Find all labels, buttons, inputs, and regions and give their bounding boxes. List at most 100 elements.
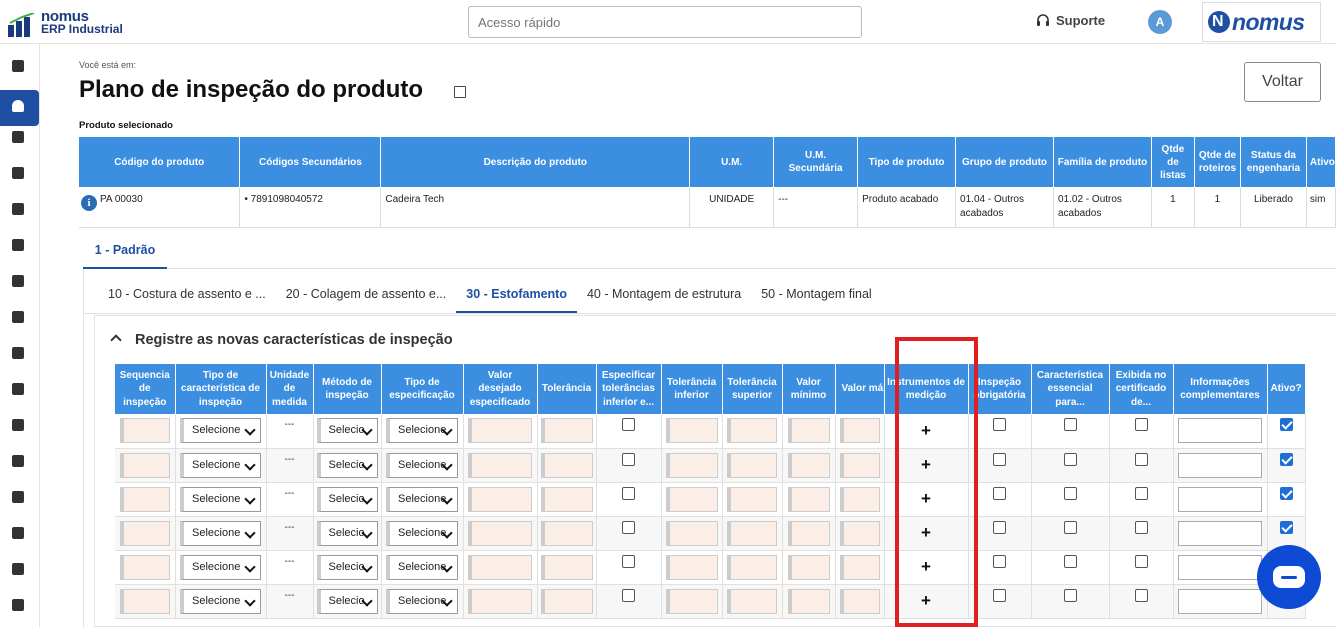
checkbox[interactable]: [1279, 418, 1293, 431]
value-input[interactable]: [119, 486, 170, 512]
checkbox[interactable]: [993, 418, 1006, 431]
select-dropdown[interactable]: Selecio: [316, 486, 378, 512]
value-input[interactable]: [839, 486, 880, 512]
info-text-input[interactable]: [1178, 554, 1262, 580]
support-link[interactable]: Suporte: [1036, 13, 1105, 28]
book-icon[interactable]: [10, 58, 26, 74]
gear-icon[interactable]: [10, 129, 26, 145]
select-dropdown[interactable]: Selecio: [316, 588, 378, 614]
print-icon[interactable]: [454, 86, 466, 98]
value-input[interactable]: [540, 418, 593, 444]
checkbox[interactable]: [993, 486, 1006, 500]
checkbox[interactable]: [993, 452, 1006, 466]
section-title[interactable]: Registre as novas características de ins…: [112, 332, 453, 348]
info-text-input[interactable]: [1178, 418, 1262, 444]
calculator-icon[interactable]: [10, 561, 26, 577]
checkbox[interactable]: [622, 486, 635, 500]
cart-icon[interactable]: [10, 417, 26, 433]
value-input[interactable]: [787, 486, 830, 512]
select-dropdown[interactable]: Selecione: [180, 486, 261, 512]
checkbox[interactable]: [1134, 452, 1148, 466]
value-input[interactable]: [727, 520, 777, 546]
value-input[interactable]: [468, 588, 532, 614]
value-input[interactable]: [787, 452, 830, 478]
value-input[interactable]: [727, 588, 777, 614]
tab-operation-5[interactable]: 50 - Montagem final: [751, 281, 881, 313]
value-input[interactable]: [665, 554, 718, 580]
info-text-input[interactable]: [1178, 452, 1262, 478]
document-icon[interactable]: [10, 273, 26, 289]
archive-icon[interactable]: [10, 381, 26, 397]
value-input[interactable]: [839, 520, 880, 546]
select-dropdown[interactable]: Selecione: [180, 588, 261, 614]
checkbox[interactable]: [993, 588, 1006, 602]
select-dropdown[interactable]: Selecione: [180, 520, 261, 546]
checkbox[interactable]: [1063, 520, 1077, 534]
value-input[interactable]: [839, 418, 880, 444]
checkbox[interactable]: [622, 588, 635, 602]
avatar[interactable]: A: [1148, 10, 1172, 34]
checkbox[interactable]: [1134, 588, 1148, 602]
select-dropdown[interactable]: Selecione: [386, 486, 458, 512]
value-input[interactable]: [839, 452, 880, 478]
select-dropdown[interactable]: Selecione: [386, 520, 458, 546]
tab-operation-3[interactable]: 30 - Estofamento: [456, 281, 577, 313]
checkbox[interactable]: [1279, 520, 1293, 534]
select-dropdown[interactable]: Selecio: [316, 418, 378, 444]
info-text-input[interactable]: [1178, 520, 1262, 546]
checkbox[interactable]: [1063, 418, 1077, 431]
select-dropdown[interactable]: Selecione: [180, 418, 261, 444]
value-input[interactable]: [665, 486, 718, 512]
select-dropdown[interactable]: Selecione: [386, 452, 458, 478]
user-icon[interactable]: [0, 90, 39, 126]
value-input[interactable]: [540, 452, 593, 478]
value-input[interactable]: [665, 452, 718, 478]
value-input[interactable]: [727, 418, 777, 444]
select-dropdown[interactable]: Selecione: [386, 554, 458, 580]
select-dropdown[interactable]: Selecio: [316, 520, 378, 546]
checkbox[interactable]: [1063, 554, 1077, 568]
select-dropdown[interactable]: Selecione: [180, 452, 261, 478]
flow-icon[interactable]: [10, 165, 26, 181]
checkbox[interactable]: [1063, 452, 1077, 466]
chat-button[interactable]: [1257, 545, 1321, 609]
value-input[interactable]: [468, 486, 532, 512]
checkbox[interactable]: [622, 554, 635, 568]
value-input[interactable]: [468, 520, 532, 546]
select-dropdown[interactable]: Selecio: [316, 554, 378, 580]
tab-operation-1[interactable]: 10 - Costura de assento e ...: [98, 281, 276, 313]
back-button[interactable]: Voltar: [1244, 62, 1321, 102]
conveyor-icon[interactable]: [10, 345, 26, 361]
tab-main[interactable]: 1 - Padrão: [83, 237, 167, 269]
factory-icon[interactable]: [10, 309, 26, 325]
tab-operation-4[interactable]: 40 - Montagem de estrutura: [577, 281, 751, 313]
checkbox[interactable]: [993, 520, 1006, 534]
checkbox[interactable]: [1063, 486, 1077, 500]
flag-icon[interactable]: [10, 201, 26, 217]
value-input[interactable]: [727, 554, 777, 580]
value-input[interactable]: [665, 588, 718, 614]
gears-icon[interactable]: [10, 489, 26, 505]
value-input[interactable]: [119, 418, 170, 444]
tab-operation-2[interactable]: 20 - Colagem de assento e...: [276, 281, 457, 313]
checkbox[interactable]: [1134, 486, 1148, 500]
value-input[interactable]: [468, 418, 532, 444]
checkbox[interactable]: [1279, 486, 1293, 500]
value-input[interactable]: [540, 588, 593, 614]
value-input[interactable]: [468, 452, 532, 478]
value-input[interactable]: [839, 588, 880, 614]
value-input[interactable]: [119, 452, 170, 478]
value-input[interactable]: [787, 554, 830, 580]
dollar-icon[interactable]: [10, 525, 26, 541]
value-input[interactable]: [787, 520, 830, 546]
value-input[interactable]: [727, 452, 777, 478]
checkbox[interactable]: [622, 520, 635, 534]
select-dropdown[interactable]: Selecione: [386, 588, 458, 614]
value-input[interactable]: [665, 418, 718, 444]
value-input[interactable]: [839, 554, 880, 580]
file-icon[interactable]: [10, 597, 26, 613]
value-input[interactable]: [540, 486, 593, 512]
value-input[interactable]: [727, 486, 777, 512]
checkbox[interactable]: [622, 418, 635, 431]
briefcase-icon[interactable]: [10, 237, 26, 253]
